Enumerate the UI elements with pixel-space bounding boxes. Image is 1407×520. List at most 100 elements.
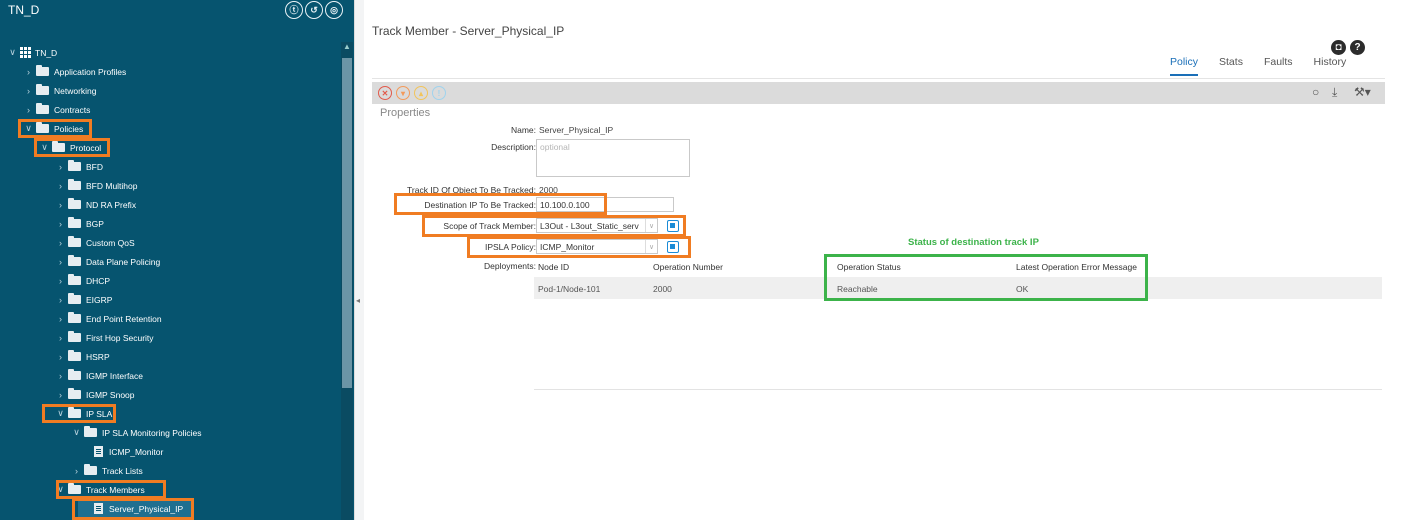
chevron-right-icon[interactable]: › <box>56 257 65 267</box>
minor-fault-icon[interactable]: ▴ <box>414 86 428 100</box>
major-fault-icon[interactable]: ▾ <box>396 86 410 100</box>
deployments-label: Deployments: <box>484 261 536 271</box>
chevron-right-icon[interactable]: › <box>24 86 33 96</box>
chevron-right-icon[interactable]: › <box>56 333 65 343</box>
scrollbar-thumb[interactable] <box>342 58 352 388</box>
tree-item-bfd-multihop[interactable]: › BFD Multihop <box>56 176 138 195</box>
tree-item-label: BFD <box>86 161 103 172</box>
folder-icon <box>68 312 81 323</box>
properties-label: Properties <box>380 107 431 119</box>
tree-item-label: End Point Retention <box>86 313 162 324</box>
folder-icon <box>68 388 81 399</box>
chevron-right-icon[interactable]: › <box>24 105 33 115</box>
tab-faults[interactable]: Faults <box>1264 56 1293 76</box>
folder-icon <box>84 426 97 437</box>
help-icon[interactable]: ? <box>1350 40 1365 55</box>
chevron-right-icon[interactable]: › <box>56 162 65 172</box>
settings-icon[interactable]: ◎ <box>325 1 343 19</box>
folder-icon <box>68 160 81 171</box>
sidebar-scrollbar[interactable]: ▲ <box>341 42 353 520</box>
chevron-right-icon[interactable]: › <box>56 219 65 229</box>
chevron-right-icon[interactable]: › <box>56 200 65 210</box>
highlight-box-ipsla-policy <box>467 236 691 258</box>
back-icon[interactable]: ↺ <box>305 1 323 19</box>
tab-history[interactable]: History <box>1314 56 1347 76</box>
tree-item-label: EIGRP <box>86 294 113 305</box>
chevron-down-icon[interactable]: ∨ <box>72 427 81 438</box>
tree-item-label: ICMP_Monitor <box>109 446 164 457</box>
warning-fault-icon[interactable]: ! <box>432 86 446 100</box>
chevron-right-icon[interactable]: › <box>56 295 65 305</box>
refresh-icon[interactable]: ○ <box>1312 85 1319 99</box>
chevron-right-icon[interactable]: › <box>72 466 81 476</box>
tree-item-eigrp[interactable]: › EIGRP <box>56 290 112 309</box>
chevron-right-icon[interactable]: › <box>56 238 65 248</box>
folder-icon <box>68 179 81 190</box>
name-label: Name: <box>510 125 536 135</box>
tools-icon[interactable]: ⚒▾ <box>1354 85 1371 99</box>
scroll-up-icon[interactable]: ▲ <box>341 42 353 56</box>
tree-item-track-lists[interactable]: › Track Lists <box>72 461 143 480</box>
filter-icon[interactable]: ⓣ <box>285 1 303 19</box>
highlight-box-operation-status <box>824 254 1148 301</box>
chevron-right-icon[interactable]: › <box>56 276 65 286</box>
column-header-node-id[interactable]: Node ID <box>538 262 569 272</box>
fault-toolbar: ✕ ▾ ▴ ! ○ ⤓ ⚒▾ <box>372 82 1385 104</box>
tree-item-first-hop-security[interactable]: › First Hop Security <box>56 328 154 347</box>
tree-item-label: Track Lists <box>102 465 143 476</box>
tree-item-label: Custom QoS <box>86 237 135 248</box>
tree-item-contracts[interactable]: › Contracts <box>24 100 90 119</box>
tab-stats[interactable]: Stats <box>1219 56 1243 76</box>
tree-item-label: IP SLA Monitoring Policies <box>102 427 202 438</box>
sidebar: TN_D ⓣ ↺ ◎ ▲ ∨ TN_D › Application Profil… <box>0 0 354 520</box>
tree-item-dhcp[interactable]: › DHCP <box>56 271 110 290</box>
pane-divider[interactable] <box>354 0 364 520</box>
tree-item-hsrp[interactable]: › HSRP <box>56 347 110 366</box>
chevron-right-icon[interactable]: › <box>56 352 65 362</box>
sidebar-title: TN_D <box>8 3 40 17</box>
tree-item-networking[interactable]: › Networking <box>24 81 97 100</box>
folder-icon <box>68 198 81 209</box>
cell-operation-number: 2000 <box>653 284 672 294</box>
chevron-right-icon[interactable]: › <box>56 371 65 381</box>
chevron-down-icon[interactable]: ∨ <box>8 47 17 58</box>
tree-item-end-point-retention[interactable]: › End Point Retention <box>56 309 162 328</box>
folder-icon <box>68 255 81 266</box>
tree-item-igmp-interface[interactable]: › IGMP Interface <box>56 366 143 385</box>
tree-item-label: Data Plane Policing <box>86 256 161 267</box>
annotation-caption: Status of destination track IP <box>908 237 1039 248</box>
chevron-right-icon[interactable]: › <box>56 314 65 324</box>
tree-item-application-profiles[interactable]: › Application Profiles <box>24 62 126 81</box>
chevron-right-icon[interactable]: › <box>56 181 65 191</box>
highlight-box-track-members <box>56 480 166 499</box>
tree-item-nd-ra-prefix[interactable]: › ND RA Prefix <box>56 195 136 214</box>
description-field[interactable]: optional <box>536 139 690 177</box>
chevron-right-icon[interactable]: › <box>56 390 65 400</box>
tree-item-custom-qos[interactable]: › Custom QoS <box>56 233 135 252</box>
folder-icon <box>36 84 49 95</box>
tree-item-label: IGMP Interface <box>86 370 144 381</box>
tree-item-label: HSRP <box>86 351 110 362</box>
tab-policy[interactable]: Policy <box>1170 56 1199 76</box>
tree-item-bfd[interactable]: › BFD <box>56 157 103 176</box>
collapse-handle-icon[interactable]: ◂ <box>356 296 360 305</box>
tree-item-label: DHCP <box>86 275 111 286</box>
tree-item-data-plane-policing[interactable]: › Data Plane Policing <box>56 252 160 271</box>
tree-item-igmp-snoop[interactable]: › IGMP Snoop <box>56 385 135 404</box>
folder-icon <box>68 293 81 304</box>
tree-item-tenant[interactable]: ∨ TN_D <box>8 43 57 62</box>
tree-item-label: Contracts <box>54 104 91 115</box>
tab-bar: Policy Stats Faults History <box>1170 56 1367 76</box>
column-header-operation-number[interactable]: Operation Number <box>653 262 723 272</box>
bookmark-icon[interactable]: ◘ <box>1331 40 1346 55</box>
download-icon[interactable]: ⤓ <box>1332 85 1337 100</box>
folder-icon <box>36 65 49 76</box>
chevron-right-icon[interactable]: › <box>24 67 33 77</box>
highlight-box-server-physical-ip <box>72 498 194 520</box>
tree-item-ip-sla-monitoring-policies[interactable]: ∨ IP SLA Monitoring Policies <box>72 423 202 442</box>
tree-item-bgp[interactable]: › BGP <box>56 214 104 233</box>
page-title: Track Member - Server_Physical_IP <box>372 24 565 38</box>
tree-item-icmp-monitor[interactable]: ICMP_Monitor <box>94 442 163 461</box>
critical-fault-icon[interactable]: ✕ <box>378 86 392 100</box>
document-icon <box>94 446 103 457</box>
